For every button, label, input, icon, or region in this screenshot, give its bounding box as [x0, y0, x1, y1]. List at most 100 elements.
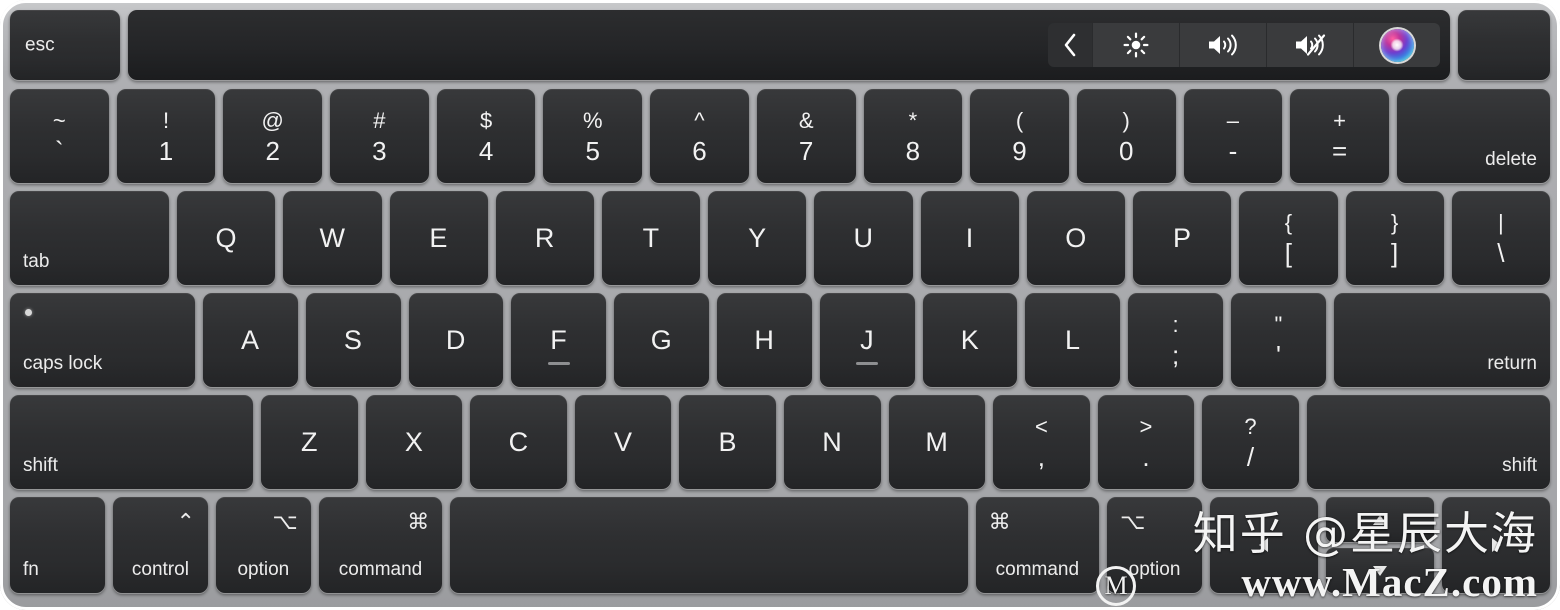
key-comma[interactable]: <,	[993, 395, 1090, 489]
key-n[interactable]: N	[784, 395, 881, 489]
key-bottom-legend: 3	[372, 136, 387, 166]
key-g[interactable]: G	[614, 293, 709, 387]
key-arrow-down[interactable]	[1326, 548, 1434, 593]
brightness-icon[interactable]	[1093, 23, 1180, 67]
touch-bar[interactable]	[128, 10, 1450, 80]
key-i[interactable]: I	[920, 191, 1019, 285]
chevron-left-icon[interactable]	[1048, 23, 1093, 67]
macbook-keyboard: esc ~ ` ! 1 @ 2 # 3 $ 4 % 5 ^ 6 & 7 * 8 …	[0, 0, 1560, 610]
key-legend: H	[754, 324, 775, 355]
key-bracket-right[interactable]: }]	[1345, 191, 1444, 285]
key-legend: K	[960, 324, 980, 355]
key-command-left[interactable]: ⌘ command	[318, 497, 443, 593]
key-d[interactable]: D	[408, 293, 504, 387]
key-legend: P	[1172, 222, 1192, 253]
key-arrow-left[interactable]	[1210, 497, 1318, 593]
key-8[interactable]: * 8	[863, 89, 963, 183]
key-c[interactable]: C	[470, 395, 567, 489]
key-0[interactable]: ) 0	[1076, 89, 1176, 183]
key-top-legend: *	[908, 108, 918, 133]
key-space[interactable]	[450, 497, 968, 593]
key-backtick[interactable]: ~ `	[10, 89, 109, 183]
key-f[interactable]: F	[511, 293, 607, 387]
key-bracket-left[interactable]: {[	[1239, 191, 1338, 285]
key-o[interactable]: O	[1026, 191, 1126, 285]
key-legend: D	[445, 324, 466, 355]
key-semicolon[interactable]: :;	[1128, 293, 1224, 387]
key-w[interactable]: W	[283, 191, 382, 285]
key-legend: V	[613, 426, 633, 457]
key-t[interactable]: T	[602, 191, 701, 285]
key-option-right[interactable]: ⌥ option	[1107, 497, 1202, 593]
key-esc[interactable]: esc	[10, 10, 120, 80]
key-arrow-up[interactable]	[1326, 497, 1434, 542]
key-legend: Q	[215, 222, 237, 253]
mute-icon[interactable]	[1267, 23, 1354, 67]
key-q[interactable]: Q	[177, 191, 276, 285]
key-4[interactable]: $4	[436, 89, 536, 183]
key-m[interactable]: M	[888, 395, 986, 489]
key-control[interactable]: ⌃ control	[112, 497, 208, 593]
key-j[interactable]: J	[819, 293, 915, 387]
touch-bar-row: esc	[10, 10, 1550, 80]
key-l[interactable]: L	[1025, 293, 1121, 387]
key-legend: O	[1065, 222, 1087, 253]
key-k[interactable]: K	[922, 293, 1018, 387]
key-b[interactable]: B	[679, 395, 777, 489]
key-delete[interactable]: delete	[1396, 89, 1550, 183]
key-touchid[interactable]	[1458, 10, 1550, 80]
key-y[interactable]: Y	[708, 191, 807, 285]
key-6[interactable]: ^ 6	[650, 89, 749, 183]
key-equal[interactable]: + =	[1290, 89, 1389, 183]
key-slash[interactable]: ? /	[1202, 395, 1299, 489]
key-e[interactable]: E	[389, 191, 488, 285]
key-x[interactable]: X	[365, 395, 463, 489]
key-a[interactable]: A	[202, 293, 298, 387]
key-z[interactable]: Z	[261, 395, 358, 489]
key-option-left-label: option	[237, 559, 290, 580]
key-r[interactable]: R	[495, 191, 594, 285]
key-tab[interactable]: tab	[10, 191, 170, 285]
key-shift-left[interactable]: shift	[10, 395, 254, 489]
key-caps-lock[interactable]: caps lock	[10, 293, 195, 387]
siri-icon[interactable]	[1354, 23, 1440, 67]
key-option-left[interactable]: ⌥ option	[215, 497, 311, 593]
control-glyph-icon: ⌃	[176, 509, 195, 534]
key-minus[interactable]: – -	[1183, 89, 1283, 183]
command-glyph-icon: ⌘	[988, 509, 1011, 534]
key-u[interactable]: U	[814, 191, 913, 285]
key-shift-right[interactable]: shift	[1306, 395, 1551, 489]
key-legend: X	[404, 426, 424, 457]
key-bottom-legend: '	[1275, 340, 1281, 370]
key-legend: A	[241, 324, 260, 355]
key-h[interactable]: H	[716, 293, 812, 387]
key-period[interactable]: >.	[1097, 395, 1195, 489]
key-arrow-right[interactable]	[1442, 497, 1550, 593]
key-9[interactable]: (9	[970, 89, 1069, 183]
key-v[interactable]: V	[574, 395, 672, 489]
key-bottom-legend: ;	[1171, 340, 1180, 370]
key-top-legend: +	[1333, 108, 1347, 133]
key-legend: N	[822, 426, 843, 457]
key-return[interactable]: return	[1333, 293, 1550, 387]
key-5[interactable]: % 5	[543, 89, 643, 183]
key-quote[interactable]: " '	[1231, 293, 1326, 387]
key-bottom-legend: 2	[265, 136, 280, 166]
key-2[interactable]: @2	[223, 89, 323, 183]
key-p[interactable]: P	[1133, 191, 1232, 285]
key-legend: G	[650, 324, 673, 355]
key-3[interactable]: #3	[330, 89, 429, 183]
key-legend: E	[429, 222, 448, 253]
arrow-left-icon	[1210, 497, 1318, 593]
volume-up-icon[interactable]	[1180, 23, 1267, 67]
key-command-right[interactable]: ⌘ command	[975, 497, 1100, 593]
command-glyph-icon: ⌘	[407, 509, 430, 534]
key-backslash[interactable]: | \	[1451, 191, 1550, 285]
key-top-legend: {	[1284, 210, 1293, 235]
key-s[interactable]: S	[305, 293, 401, 387]
key-esc-label: esc	[25, 34, 55, 56]
key-7[interactable]: & 7	[756, 89, 856, 183]
key-fn[interactable]: fn	[10, 497, 105, 593]
key-1[interactable]: ! 1	[116, 89, 216, 183]
key-bottom-legend: /	[1246, 442, 1255, 472]
